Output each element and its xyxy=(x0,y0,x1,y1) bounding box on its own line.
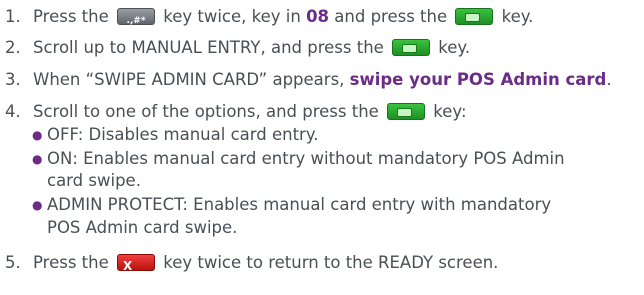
step-text: Press the xyxy=(33,7,114,26)
instruction-list: 1. Press the .,#* key twice, key in 08 an… xyxy=(0,0,644,295)
option-item: ● OFF: Disables manual card entry. xyxy=(32,124,319,147)
option-text: OFF: Disables manual card entry. xyxy=(47,125,319,144)
bullet-icon: ● xyxy=(32,152,43,166)
step-text: Scroll up to MANUAL ENTRY, and press the xyxy=(33,38,390,57)
step-text: key. xyxy=(496,7,534,26)
hash-key-icon: .,#* xyxy=(117,8,155,26)
bullet-icon: ● xyxy=(32,128,43,142)
option-item: ● ON: Enables manual card entry without m… xyxy=(32,148,565,171)
step-text: and press the xyxy=(329,7,453,26)
step-text: key. xyxy=(433,38,471,57)
step-number: 2. xyxy=(5,38,21,57)
green-enter-key-icon xyxy=(387,103,426,120)
step-3: 3. When “SWIPE ADMIN CARD” appears, swipe… xyxy=(0,69,612,91)
step-text: key: xyxy=(428,102,467,121)
green-enter-key-icon xyxy=(455,8,494,25)
bullet-icon: ● xyxy=(32,198,43,212)
step-text: key twice to return to the READY screen. xyxy=(158,253,499,272)
step-number: 1. xyxy=(5,7,21,26)
step-text: key twice, key in xyxy=(158,7,307,26)
red-cancel-key-icon: X xyxy=(117,254,155,273)
green-enter-key-icon xyxy=(392,39,431,56)
step-2: 2. Scroll up to MANUAL ENTRY, and press t… xyxy=(0,37,470,59)
option-text: ON: Enables manual card entry without ma… xyxy=(47,149,565,168)
step-text: When “SWIPE ADMIN CARD” appears, xyxy=(33,70,350,89)
step-text: Press the xyxy=(33,253,114,272)
step-text: Scroll to one of the options, and press … xyxy=(33,102,385,121)
step-number: 4. xyxy=(5,102,21,121)
step-text: . xyxy=(606,70,612,89)
step-1: 1. Press the .,#* key twice, key in 08 an… xyxy=(0,6,533,28)
option-text: ADMIN PROTECT: Enables manual card entry… xyxy=(47,195,552,214)
step-number: 5. xyxy=(5,253,21,272)
code-value: 08 xyxy=(306,7,330,26)
step-4: 4. Scroll to one of the options, and pres… xyxy=(0,101,467,123)
option-continuation: card swipe. xyxy=(47,171,141,190)
option-item: ● ADMIN PROTECT: Enables manual card entr… xyxy=(32,194,551,217)
step-5: 5. Press the X key twice to return to the… xyxy=(0,252,498,274)
option-continuation: POS Admin card swipe. xyxy=(47,218,238,237)
step-number: 3. xyxy=(5,70,21,89)
emphasis-text: swipe your POS Admin card xyxy=(349,70,607,89)
